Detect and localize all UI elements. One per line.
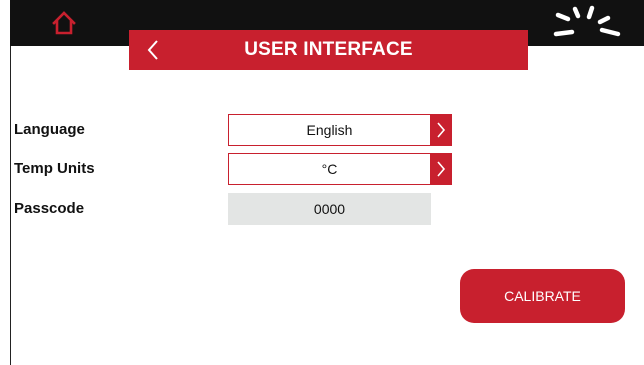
title-bar: USER INTERFACE xyxy=(129,30,528,70)
page-title: USER INTERFACE xyxy=(244,39,413,60)
language-value: English xyxy=(306,122,353,138)
temp-units-next-button[interactable] xyxy=(430,154,451,184)
chevron-left-icon xyxy=(147,40,158,60)
temp-units-value: °C xyxy=(321,161,338,177)
chevron-right-icon xyxy=(436,122,445,138)
left-divider xyxy=(10,46,11,365)
calibrate-button[interactable]: CALIBRATE xyxy=(460,269,625,323)
temp-units-label: Temp Units xyxy=(14,160,95,177)
language-next-button[interactable] xyxy=(430,115,451,145)
chevron-right-icon xyxy=(436,161,445,177)
burst-logo xyxy=(553,5,621,37)
back-button[interactable] xyxy=(143,36,163,64)
home-icon xyxy=(52,11,76,35)
language-selector[interactable]: English xyxy=(228,114,452,146)
passcode-label: Passcode xyxy=(14,200,85,217)
home-button[interactable] xyxy=(48,8,80,38)
passcode-input[interactable]: 0000 xyxy=(228,193,431,225)
temp-units-selector[interactable]: °C xyxy=(228,153,452,185)
language-label: Language xyxy=(14,121,85,138)
